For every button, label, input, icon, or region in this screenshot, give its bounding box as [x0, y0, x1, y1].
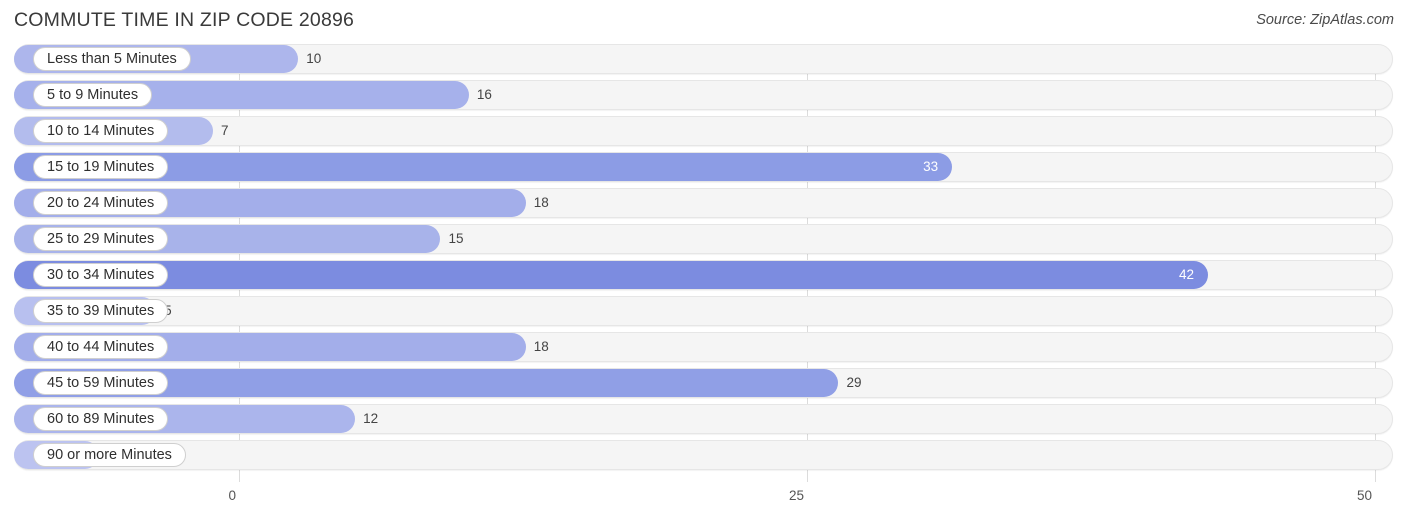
- bar-value-label: 42: [1179, 267, 1195, 282]
- x-axis-tick-0: 0: [228, 488, 236, 503]
- bar-row[interactable]: 12 60 to 89 Minutes: [0, 404, 1406, 434]
- bar-value-label: 7: [221, 123, 229, 138]
- bar-category-label: Less than 5 Minutes: [33, 47, 191, 71]
- bar-category-label: 60 to 89 Minutes: [33, 407, 169, 431]
- bar-category-label: 15 to 19 Minutes: [33, 155, 169, 179]
- bar-category-label: 25 to 29 Minutes: [33, 227, 169, 251]
- page-title: COMMUTE TIME IN ZIP CODE 20896: [14, 9, 355, 31]
- x-axis: 0 25 50: [0, 484, 1406, 522]
- bar[interactable]: 42: [14, 261, 1209, 289]
- chart-header: COMMUTE TIME IN ZIP CODE 20896 Source: Z…: [0, 0, 1406, 44]
- bar-value-label: 29: [846, 375, 862, 390]
- bar-track: [14, 296, 1393, 326]
- bar-category-label: 30 to 34 Minutes: [33, 263, 169, 287]
- bar-row[interactable]: 7 10 to 14 Minutes: [0, 116, 1406, 146]
- bar-value-label: 18: [533, 195, 549, 210]
- bar-row[interactable]: 535 to 39 Minutes: [0, 296, 1406, 326]
- bar-value-label: 12: [363, 411, 379, 426]
- bar-category-label: 5 to 9 Minutes: [33, 83, 153, 107]
- bar-category-label: 10 to 14 Minutes: [33, 119, 169, 143]
- bar-row[interactable]: 16 5 to 9 Minutes: [0, 80, 1406, 110]
- bar-value-label: 10: [306, 51, 322, 66]
- bar-rows: 10 Less than 5 Minutes 16 5 to 9 Minutes 7 10…: [0, 44, 1406, 476]
- x-axis-tick-25: 25: [788, 488, 804, 503]
- bar-row[interactable]: 29 45 to 59 Minutes: [0, 368, 1406, 398]
- chart-plot-area: 10 Less than 5 Minutes 16 5 to 9 Minutes 7 10…: [0, 44, 1406, 484]
- bar-row[interactable]: 18 20 to 24 Minutes: [0, 188, 1406, 218]
- bar-row[interactable]: 18 40 to 44 Minutes: [0, 332, 1406, 362]
- bar-value-label: 16: [476, 87, 492, 102]
- bar-category-label: 20 to 24 Minutes: [33, 191, 169, 215]
- bar-category-label: 35 to 39 Minutes: [33, 299, 169, 323]
- bar-value-label: 15: [448, 231, 464, 246]
- x-axis-tick-50: 50: [1356, 488, 1372, 503]
- source-attribution: Source: ZipAtlas.com: [1256, 12, 1394, 28]
- bar-category-label: 40 to 44 Minutes: [33, 335, 169, 359]
- bar-value-label: 18: [533, 339, 549, 354]
- bar-category-label: 45 to 59 Minutes: [33, 371, 169, 395]
- bar-value-label: 33: [923, 159, 939, 174]
- bar-row[interactable]: 15 25 to 29 Minutes: [0, 224, 1406, 254]
- bar-row[interactable]: 390 or more Minutes: [0, 440, 1406, 470]
- bar-row[interactable]: 33 15 to 19 Minutes: [0, 152, 1406, 182]
- bar-category-label: 90 or more Minutes: [33, 443, 186, 467]
- bar-row[interactable]: 10 Less than 5 Minutes: [0, 44, 1406, 74]
- bar-track: [14, 440, 1393, 470]
- bar-row[interactable]: 42 30 to 34 Minutes: [0, 260, 1406, 290]
